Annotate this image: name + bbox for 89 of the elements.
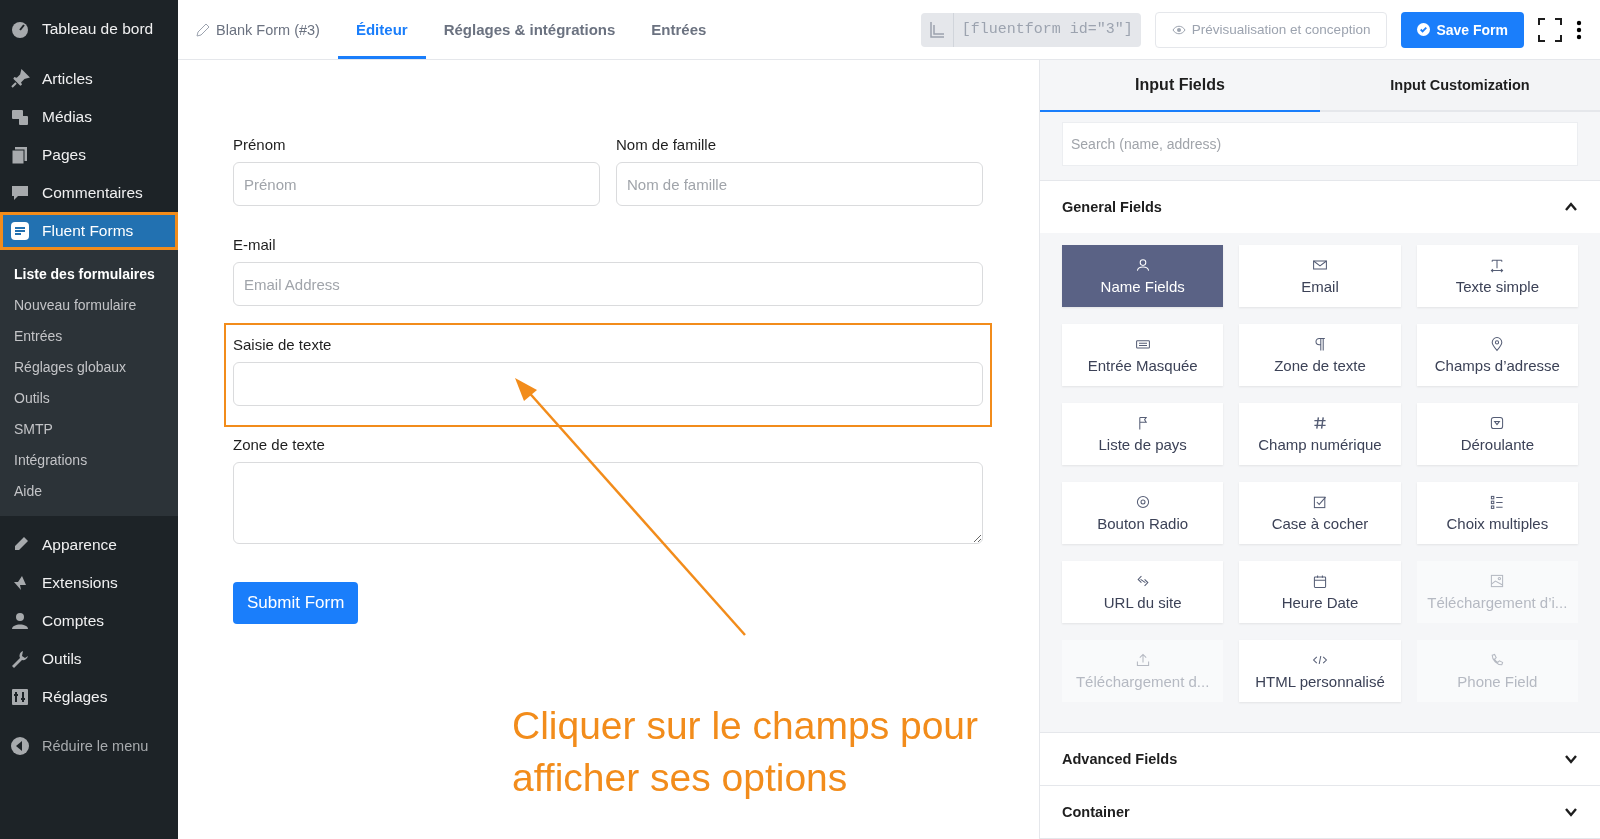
section-title: General Fields — [1062, 199, 1162, 215]
checkbox-icon — [1312, 494, 1328, 510]
pages-icon — [10, 145, 30, 165]
field-type-button[interactable]: Case à cocher — [1239, 482, 1401, 544]
panel-tab[interactable]: Input Customization — [1320, 60, 1600, 112]
field-label: Zone de texte — [233, 436, 326, 453]
section-title: Container — [1062, 804, 1130, 820]
comment-icon — [10, 183, 30, 203]
field-type-button[interactable]: Bouton Radio — [1062, 482, 1224, 544]
textarea-field[interactable] — [233, 462, 983, 544]
calendar-icon — [1312, 573, 1328, 589]
field-type-button[interactable]: Entrée Masquée — [1062, 324, 1224, 386]
submenu-item[interactable]: Réglages globaux — [0, 351, 178, 382]
dropdown-icon — [1489, 415, 1506, 431]
save-form-button[interactable]: Save Form — [1401, 11, 1524, 48]
input-field[interactable]: Nom de famille — [616, 162, 983, 206]
field-type-button[interactable]: Déroulante — [1416, 403, 1578, 465]
menu-item[interactable]: Commentaires — [0, 174, 178, 212]
user-icon — [1134, 257, 1151, 273]
field-label: E-mail — [233, 236, 277, 253]
field-label: Prénom — [233, 136, 287, 153]
field-type-button[interactable]: Heure Date — [1239, 561, 1401, 623]
more-icon[interactable] — [1576, 19, 1582, 40]
field-type-button[interactable]: Champ numérique — [1239, 403, 1401, 465]
menu-item[interactable]: Outils — [0, 640, 178, 678]
submit-form-button[interactable]: Submit Form — [233, 582, 359, 624]
field-type-button[interactable]: Champs d’adresse — [1416, 324, 1578, 386]
form-icon — [10, 221, 30, 241]
input-field[interactable] — [233, 362, 983, 406]
link-icon — [1134, 573, 1151, 589]
submenu-item[interactable]: Entrées — [0, 320, 178, 351]
panel-tab[interactable]: Input Fields — [1040, 60, 1320, 112]
field-type-button[interactable]: Zone de texte — [1239, 324, 1401, 386]
fullscreen-icon[interactable] — [1538, 17, 1562, 42]
editor-tab[interactable]: Entrées — [633, 0, 725, 59]
pilcrow-icon — [1312, 336, 1328, 352]
submenu-item[interactable]: Outils — [0, 382, 178, 413]
field-type-button[interactable]: Email — [1239, 245, 1401, 307]
section-title: Advanced Fields — [1062, 751, 1178, 767]
submenu-item[interactable]: Liste des formulaires — [0, 258, 178, 289]
field-type-button[interactable]: HTML personnalisé — [1239, 640, 1401, 702]
section-header[interactable]: Container — [1040, 786, 1600, 838]
input-field[interactable]: Email Address — [233, 262, 983, 306]
input-field[interactable]: Prénom — [233, 162, 600, 206]
field-label: Nom de famille — [616, 136, 718, 153]
media-icon — [10, 107, 30, 127]
image-icon — [1489, 573, 1506, 589]
submenu-item[interactable]: SMTP — [0, 413, 178, 444]
radio-icon — [1134, 494, 1151, 510]
envelope-icon — [1312, 257, 1328, 273]
field-type-button[interactable]: Name Fields — [1062, 245, 1224, 307]
annotation-text: Cliquer sur le champs pour afficher ses options — [512, 703, 980, 801]
field-type-button[interactable]: Liste de pays — [1062, 403, 1224, 465]
dashboard-icon — [10, 19, 30, 39]
menu-item[interactable]: Comptes — [0, 602, 178, 640]
hash-icon — [1312, 415, 1328, 431]
pencil-icon — [196, 22, 210, 37]
submenu-item[interactable]: Aide — [0, 475, 178, 506]
search-field[interactable]: Search (name, address) — [1062, 122, 1578, 166]
check-circle-icon — [1417, 23, 1431, 36]
sliders-icon — [10, 687, 30, 707]
menu-item[interactable]: Apparence — [0, 526, 178, 564]
field-type-button[interactable]: Choix multiples — [1416, 482, 1578, 544]
field-label: Saisie de texte — [233, 336, 333, 353]
phone-icon — [1489, 652, 1506, 668]
collapse-icon — [10, 736, 30, 756]
menu-item[interactable]: Fluent Forms — [0, 212, 178, 250]
form-title[interactable]: Blank Form (#3) — [178, 0, 338, 59]
editor-tab[interactable]: Réglages & intégrations — [425, 0, 634, 59]
list-icon — [1489, 494, 1506, 510]
eye-icon — [1171, 24, 1186, 35]
menu-item[interactable]: Pages — [0, 136, 178, 174]
field-type-button[interactable]: Texte simple — [1416, 245, 1578, 307]
text-cursor-icon — [1489, 257, 1506, 273]
submenu-item[interactable]: Intégrations — [0, 444, 178, 475]
section-header[interactable]: General Fields — [1040, 181, 1600, 233]
submenu-item[interactable]: Nouveau formulaire — [0, 289, 178, 320]
menu-item[interactable]: Réglages — [0, 678, 178, 716]
upload-icon — [1134, 652, 1151, 668]
wrench-icon — [10, 649, 30, 669]
collapse-menu-button[interactable]: Réduire le menu — [0, 726, 178, 766]
section-header[interactable]: Advanced Fields — [1040, 733, 1600, 785]
menu-item[interactable]: Médias — [0, 98, 178, 136]
menu-item[interactable]: Articles — [0, 60, 178, 98]
field-type-button[interactable]: URL du site — [1062, 561, 1224, 623]
pin-icon — [10, 69, 30, 89]
menu-item[interactable]: Extensions — [0, 564, 178, 602]
menu-item[interactable]: Tableau de bord — [0, 10, 178, 48]
user-icon — [10, 611, 30, 631]
